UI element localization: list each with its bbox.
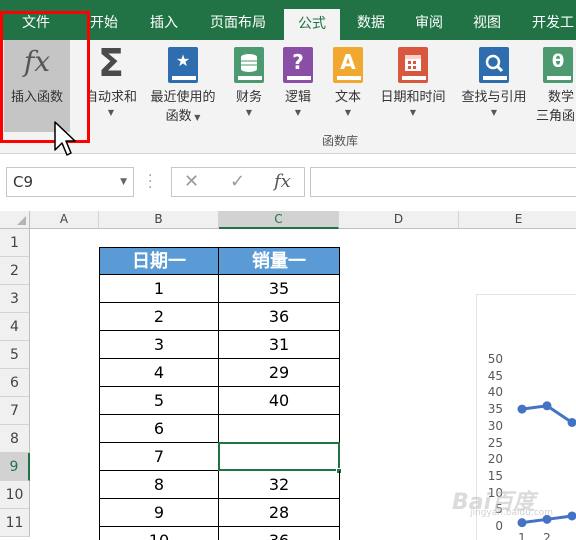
logical-button[interactable]: ? 逻辑 ▼: [276, 40, 320, 132]
name-box[interactable]: C9 ▼: [6, 167, 134, 197]
table-cell[interactable]: 36: [219, 303, 340, 331]
table-cell[interactable]: 7: [99, 443, 219, 471]
row-header[interactable]: 1: [0, 229, 30, 257]
sigma-icon: Σ: [98, 41, 124, 85]
row-header[interactable]: 11: [0, 509, 30, 537]
logical-label: 逻辑: [284, 90, 311, 105]
table-cell[interactable]: 6: [99, 415, 219, 443]
letter-a-icon: A: [331, 47, 365, 85]
formula-bar: C9 ▼ · · · ✕ ✓ fx: [0, 155, 576, 211]
date-time-button[interactable]: 日期和时间 ▼: [374, 40, 452, 132]
recently-used-label-1: 最近使用的: [150, 90, 216, 105]
row-header[interactable]: 4: [0, 313, 30, 341]
data-point[interactable]: [517, 404, 527, 414]
table-cell[interactable]: 29: [219, 359, 340, 387]
table-cell[interactable]: 4: [99, 359, 219, 387]
table-cell[interactable]: 31: [219, 331, 340, 359]
tab-page-layout[interactable]: 页面布局: [196, 8, 280, 40]
math-trig-label-1: 数学: [548, 90, 575, 105]
table-header-cell[interactable]: 日期一: [99, 247, 219, 275]
cancel-icon[interactable]: ✕: [184, 170, 199, 194]
autosum-label: 自动求和: [84, 90, 137, 105]
recently-used-button[interactable]: ★ 最近使用的函数 ▼: [144, 40, 222, 132]
lookup-reference-label: 查找与引用: [461, 90, 527, 105]
star-book-icon: ★: [166, 47, 200, 85]
tab-review[interactable]: 审阅: [402, 8, 456, 40]
insert-function-icon[interactable]: fx: [274, 170, 291, 194]
calendar-icon: [396, 47, 430, 85]
data-point[interactable]: [517, 518, 527, 528]
table-cell[interactable]: 32: [219, 471, 340, 499]
tab-data[interactable]: 数据: [344, 8, 398, 40]
stack-of-coins-icon: [232, 47, 266, 85]
function-library-group-label: 函数库: [321, 134, 358, 148]
table-cell[interactable]: 8: [99, 471, 219, 499]
text-button[interactable]: A 文本 ▼: [326, 40, 370, 132]
financial-label: 财务: [235, 90, 262, 105]
row-header[interactable]: 2: [0, 257, 30, 285]
lookup-reference-button[interactable]: 查找与引用 ▼: [454, 40, 534, 132]
x-axis-tick-label: 1: [518, 531, 526, 540]
selected-cell[interactable]: [218, 442, 340, 471]
recently-used-label-2: 函数: [165, 109, 192, 124]
row-header[interactable]: 3: [0, 285, 30, 313]
x-axis-tick-label: 2: [543, 531, 551, 540]
data-point[interactable]: [542, 401, 552, 411]
column-header-e[interactable]: E: [459, 211, 576, 229]
column-header-a[interactable]: A: [30, 211, 99, 229]
text-label: 文本: [334, 90, 361, 105]
column-header-c[interactable]: C: [219, 211, 339, 229]
row-header[interactable]: 7: [0, 397, 30, 425]
theta-icon: θ: [541, 47, 575, 85]
row-header[interactable]: 6: [0, 369, 30, 397]
table-cell[interactable]: 36: [219, 527, 340, 540]
table-header-cell[interactable]: 销量一: [219, 247, 340, 275]
date-time-label: 日期和时间: [380, 90, 446, 105]
financial-button[interactable]: 财务 ▼: [226, 40, 272, 132]
data-point[interactable]: [567, 511, 576, 521]
table-cell[interactable]: 10: [99, 527, 219, 540]
drag-handle-icon[interactable]: · · ·: [148, 169, 152, 195]
mouse-pointer-icon: [54, 121, 76, 156]
row-header[interactable]: 9: [0, 453, 30, 481]
chevron-down-icon: ▼: [490, 108, 498, 117]
tab-formulas[interactable]: 公式: [284, 9, 340, 41]
chevron-down-icon: ▼: [245, 108, 253, 117]
column-header-b[interactable]: B: [99, 211, 219, 229]
math-trig-label-2: 三角函: [536, 109, 576, 124]
chevron-down-icon: ▼: [191, 113, 201, 122]
tab-developer[interactable]: 开发工: [520, 8, 576, 40]
table-cell[interactable]: [219, 415, 340, 443]
select-all-corner[interactable]: [0, 211, 30, 229]
table-cell[interactable]: 5: [99, 387, 219, 415]
table-cell[interactable]: 35: [219, 275, 340, 303]
table-cell[interactable]: 28: [219, 499, 340, 527]
row-header[interactable]: 5: [0, 341, 30, 369]
tab-insert[interactable]: 插入: [136, 8, 192, 40]
column-header-d[interactable]: D: [339, 211, 459, 229]
chevron-down-icon: ▼: [344, 108, 352, 117]
watermark-url: jingyan.baidu.com: [470, 508, 554, 518]
row-header[interactable]: 10: [0, 481, 30, 509]
table-cell[interactable]: 9: [99, 499, 219, 527]
name-box-value: C9: [13, 173, 34, 191]
chevron-down-icon[interactable]: ▼: [120, 168, 127, 196]
chevron-down-icon: ▼: [409, 108, 417, 117]
table-cell[interactable]: 1: [99, 275, 219, 303]
math-trig-button[interactable]: θ 数学三角函: [536, 40, 576, 132]
formula-input[interactable]: [310, 167, 576, 197]
question-mark-icon: ?: [281, 47, 315, 85]
tab-view[interactable]: 视图: [460, 8, 514, 40]
table-cell[interactable]: 2: [99, 303, 219, 331]
chevron-down-icon: ▼: [294, 108, 302, 117]
enter-icon[interactable]: ✓: [230, 170, 245, 194]
table-cell[interactable]: 3: [99, 331, 219, 359]
table-cell[interactable]: 40: [219, 387, 340, 415]
row-header[interactable]: 8: [0, 425, 30, 453]
magnifier-icon: [477, 47, 511, 85]
